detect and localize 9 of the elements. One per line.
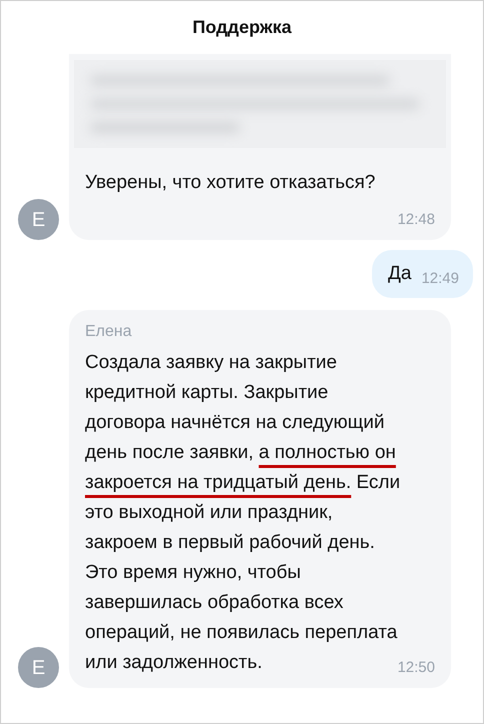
sender-name: Елена bbox=[85, 322, 133, 342]
message-time: 12:50 bbox=[397, 658, 435, 678]
message-time: 12:48 bbox=[397, 210, 435, 230]
avatar: Е bbox=[18, 199, 59, 240]
avatar: Е bbox=[18, 647, 59, 688]
message-text: Уверены, что хотите отказаться? bbox=[85, 171, 376, 195]
message-text: Да bbox=[388, 262, 412, 286]
message-time: 12:49 bbox=[421, 269, 459, 289]
chat-title: Поддержка bbox=[192, 16, 292, 39]
